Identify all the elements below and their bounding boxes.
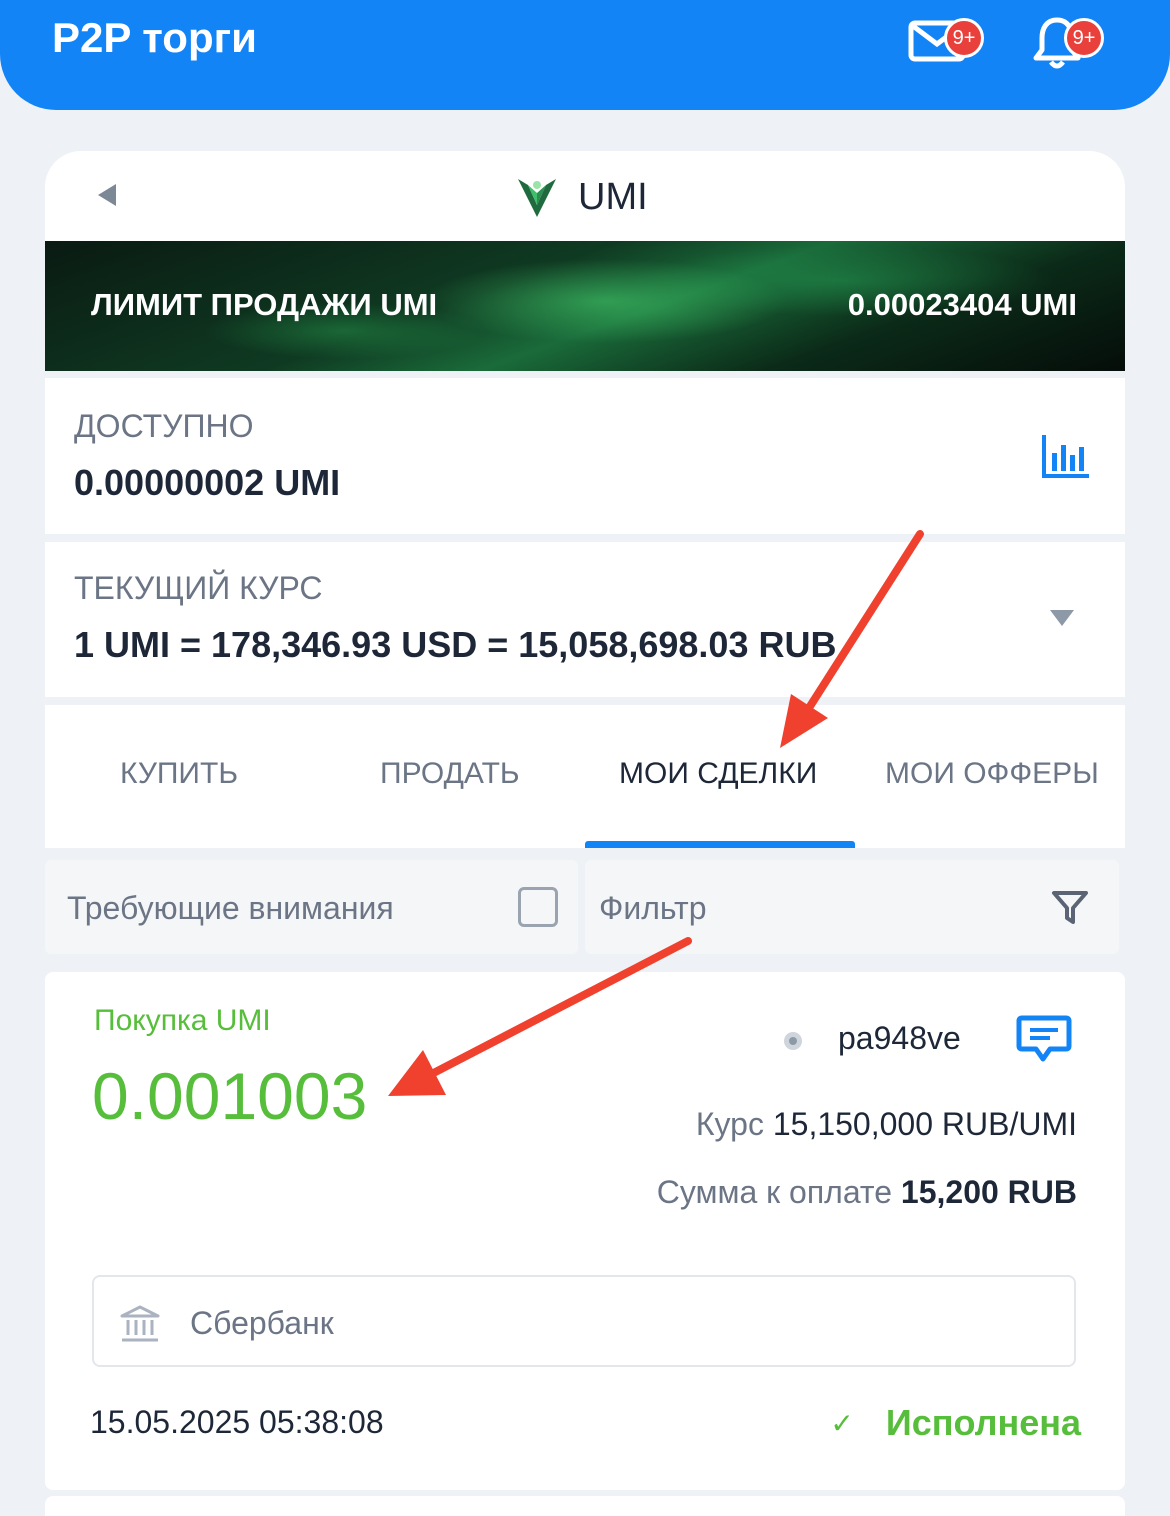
counterparty-username[interactable]: pa948ve xyxy=(838,1020,961,1057)
chat-icon[interactable] xyxy=(1016,1014,1072,1064)
funnel-icon xyxy=(1052,891,1088,924)
bank-name: Сбербанк xyxy=(190,1305,334,1341)
deal-amount: 0.001003 xyxy=(92,1059,368,1133)
deal-sum-value: 15,200 RUB xyxy=(900,1174,1077,1210)
messages-button[interactable]: 9+ xyxy=(906,14,986,70)
deal-type: Покупка UMI xyxy=(94,1004,271,1037)
available-value: 0.00000002 UMI xyxy=(74,462,341,503)
available-card: ДОСТУПНО 0.00000002 UMI xyxy=(45,378,1125,534)
rate-value: 1 UMI = 178,346.93 USD = 15,058,698.03 R… xyxy=(74,624,837,665)
sell-limit-value: 0.00023404 UMI xyxy=(847,287,1077,322)
next-deal-card xyxy=(45,1496,1125,1516)
rate-card[interactable]: ТЕКУЩИЙ КУРС 1 UMI = 178,346.93 USD = 15… xyxy=(45,542,1125,697)
tab-sell[interactable]: ПРОДАТЬ xyxy=(380,757,520,791)
bank-icon xyxy=(120,1305,160,1342)
bar-chart-icon[interactable] xyxy=(1041,433,1091,479)
deal-rate-value: 15,150,000 RUB/UMI xyxy=(772,1106,1077,1142)
tab-my-offers[interactable]: МОИ ОФФЕРЫ xyxy=(885,757,1099,791)
deal-rate: Курс 15,150,000 RUB/UMI xyxy=(696,1106,1077,1143)
messages-badge: 9+ xyxy=(944,18,984,58)
dropdown-triangle-icon[interactable] xyxy=(1049,609,1075,627)
payment-method: Сбербанк xyxy=(92,1275,1076,1367)
available-label: ДОСТУПНО xyxy=(74,408,254,444)
coin-title: UMI xyxy=(516,172,648,222)
attention-checkbox[interactable] xyxy=(518,887,558,927)
sell-limit-banner: ЛИМИТ ПРОДАЖИ UMI 0.00023404 UMI xyxy=(45,241,1125,371)
user-status-dot xyxy=(784,1032,802,1050)
check-icon: ✓ xyxy=(830,1407,854,1439)
coin-name: UMI xyxy=(578,175,648,218)
top-app-bar: P2P торги 9+ 9+ xyxy=(0,0,1170,110)
filter-button[interactable]: Фильтр xyxy=(585,860,1119,954)
deal-status-label: Исполнена xyxy=(885,1402,1081,1443)
deal-date: 15.05.2025 05:38:08 xyxy=(90,1404,384,1440)
notifications-button[interactable]: 9+ xyxy=(1030,14,1110,70)
tab-buy[interactable]: КУПИТЬ xyxy=(120,757,238,791)
deal-sum: Сумма к оплате 15,200 RUB xyxy=(657,1174,1077,1211)
rate-label: ТЕКУЩИЙ КУРС xyxy=(74,570,323,606)
attention-filter[interactable]: Требующие внимания xyxy=(45,860,578,954)
deal-card[interactable]: Покупка UMI 0.001003 pa948ve Курс 15,150… xyxy=(45,972,1125,1490)
filter-label: Фильтр xyxy=(599,890,707,926)
deal-status: ✓ Исполнена xyxy=(830,1402,1081,1444)
deal-sum-label: Сумма к оплате xyxy=(656,1174,893,1210)
active-tab-indicator xyxy=(585,841,855,848)
tab-my-deals[interactable]: МОИ СДЕЛКИ xyxy=(619,757,817,791)
notifications-badge: 9+ xyxy=(1064,18,1104,58)
deal-rate-label: Курс xyxy=(695,1106,764,1142)
umi-logo-icon xyxy=(518,179,556,217)
back-icon[interactable] xyxy=(92,180,122,210)
sell-limit-label: ЛИМИТ ПРОДАЖИ UMI xyxy=(91,287,438,322)
tabs-bar: КУПИТЬ ПРОДАТЬ МОИ СДЕЛКИ МОИ ОФФЕРЫ xyxy=(45,705,1125,848)
attention-filter-label: Требующие внимания xyxy=(67,890,394,926)
app-title: P2P торги xyxy=(52,14,257,61)
